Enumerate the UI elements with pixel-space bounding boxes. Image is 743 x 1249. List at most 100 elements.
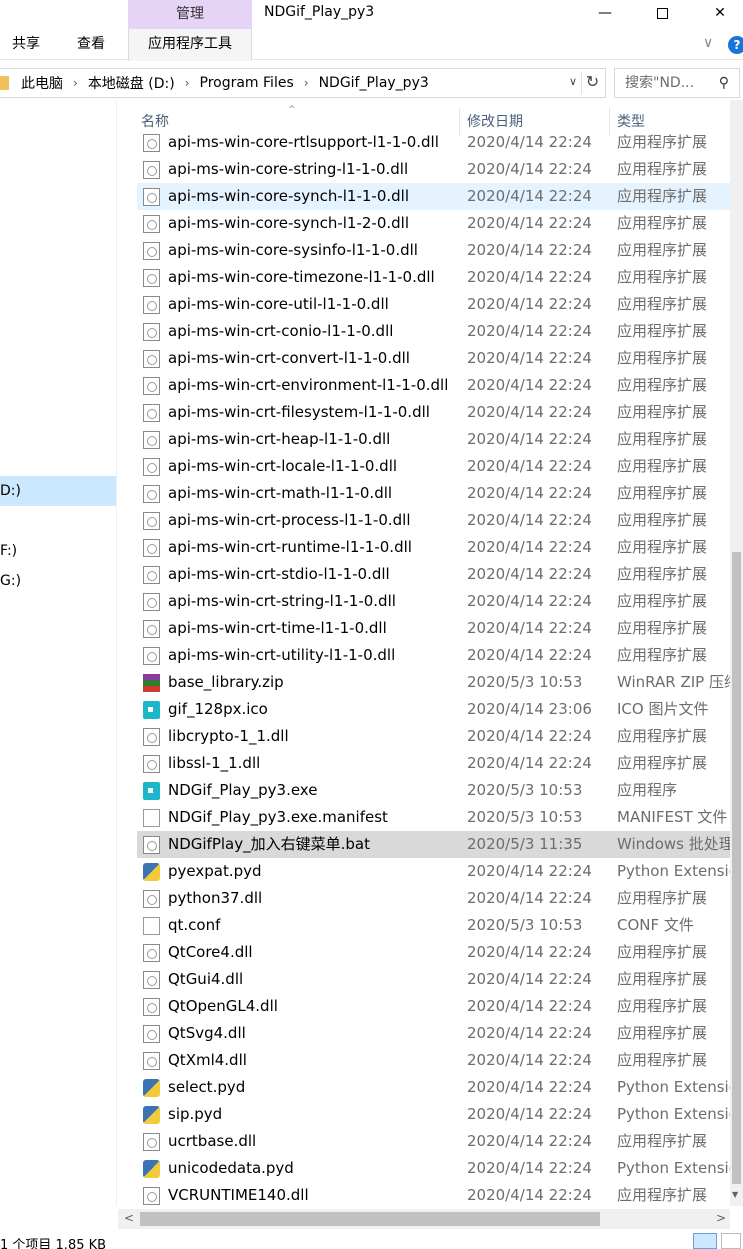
file-row[interactable]: libcrypto-1_1.dll 2020/4/14 22:24 应用程序扩展 (137, 723, 730, 750)
file-date-modified: 2020/4/14 22:24 (467, 376, 592, 394)
breadcrumb-program-files[interactable]: Program Files (200, 75, 294, 91)
file-type: Python Extension (617, 1105, 730, 1123)
file-row[interactable]: api-ms-win-crt-runtime-l1-1-0.dll 2020/4/… (137, 534, 730, 561)
tab-application-tools[interactable]: 应用程序工具 (128, 29, 252, 61)
scroll-left-icon[interactable]: < (124, 1211, 134, 1225)
file-name: qt.conf (168, 916, 221, 934)
file-date-modified: 2020/4/14 22:24 (467, 133, 592, 151)
file-row[interactable]: QtSvg4.dll 2020/4/14 22:24 应用程序扩展 (137, 1020, 730, 1047)
file-row[interactable]: api-ms-win-crt-string-l1-1-0.dll 2020/4/1… (137, 588, 730, 615)
refresh-icon[interactable]: ↻ (581, 72, 603, 94)
file-date-modified: 2020/4/14 22:24 (467, 349, 592, 367)
maximize-button[interactable] (637, 0, 687, 26)
file-type: 应用程序扩展 (617, 646, 708, 664)
navigation-pane: D:) F:) G:) (0, 100, 116, 1206)
dll-file-icon (143, 998, 160, 1016)
file-name: libcrypto-1_1.dll (168, 727, 289, 745)
search-icon[interactable]: ⚲ (719, 69, 729, 97)
file-row[interactable]: api-ms-win-crt-locale-l1-1-0.dll 2020/4/1… (137, 453, 730, 480)
file-row[interactable]: sip.pyd 2020/4/14 22:24 Python Extension (137, 1101, 730, 1128)
file-row[interactable]: api-ms-win-crt-time-l1-1-0.dll 2020/4/14 … (137, 615, 730, 642)
file-name: QtXml4.dll (168, 1051, 247, 1069)
file-row[interactable]: api-ms-win-crt-conio-l1-1-0.dll 2020/4/14… (137, 318, 730, 345)
file-date-modified: 2020/5/3 10:53 (467, 808, 583, 826)
vertical-scrollbar[interactable]: ▼ (730, 100, 743, 1206)
nav-item-drive-g[interactable]: G:) (0, 566, 116, 596)
breadcrumb-current-folder[interactable]: NDGif_Play_py3 (319, 75, 429, 91)
file-name: api-ms-win-core-rtlsupport-l1-1-0.dll (168, 133, 439, 151)
file-row[interactable]: api-ms-win-crt-convert-l1-1-0.dll 2020/4/… (137, 345, 730, 372)
file-row[interactable]: QtXml4.dll 2020/4/14 22:24 应用程序扩展 (137, 1047, 730, 1074)
file-row[interactable]: pyexpat.pyd 2020/4/14 22:24 Python Extensi… (137, 858, 730, 885)
details-view-icon[interactable] (693, 1233, 717, 1249)
address-history-dropdown-icon[interactable]: ∨ (569, 75, 577, 88)
nav-item-drive-d[interactable]: D:) (0, 476, 116, 506)
file-row[interactable]: qt.conf 2020/5/3 10:53 CONF 文件 (137, 912, 730, 939)
file-row[interactable]: api-ms-win-core-synch-l1-1-0.dll 2020/4/1… (137, 183, 730, 210)
help-icon[interactable]: ? (728, 36, 743, 54)
file-row[interactable]: api-ms-win-core-timezone-l1-1-0.dll 2020/… (137, 264, 730, 291)
nav-item-drive-f[interactable]: F:) (0, 536, 116, 566)
breadcrumb-this-pc[interactable]: 此电脑 (21, 73, 63, 93)
file-date-modified: 2020/4/14 22:24 (467, 619, 592, 637)
scroll-down-icon[interactable]: ▼ (732, 1190, 738, 1199)
file-row[interactable]: NDGif_Play_py3.exe.manifest 2020/5/3 10:5… (137, 804, 730, 831)
file-row[interactable]: api-ms-win-core-util-l1-1-0.dll 2020/4/14… (137, 291, 730, 318)
minimize-button[interactable]: — (580, 0, 630, 26)
dll-file-icon (143, 755, 160, 773)
scroll-right-icon[interactable]: > (716, 1211, 726, 1225)
file-row[interactable]: NDGifPlay_加入右键菜单.bat 2020/5/3 11:35 Window… (137, 831, 730, 858)
vertical-scroll-thumb[interactable] (732, 552, 741, 1184)
tab-view[interactable]: 查看 (77, 29, 105, 60)
context-tab-manage[interactable]: 管理 (128, 0, 252, 29)
search-input[interactable]: 搜索"ND... ⚲ (614, 68, 740, 98)
file-row[interactable]: select.pyd 2020/4/14 22:24 Python Extensio… (137, 1074, 730, 1101)
file-row[interactable]: VCRUNTIME140.dll 2020/4/14 22:24 应用程序扩展 (137, 1182, 730, 1209)
file-row[interactable]: api-ms-win-core-synch-l1-2-0.dll 2020/4/1… (137, 210, 730, 237)
ribbon-expand-icon[interactable]: ∨ (703, 35, 713, 51)
file-name: api-ms-win-core-synch-l1-1-0.dll (168, 187, 410, 205)
file-row[interactable]: QtGui4.dll 2020/4/14 22:24 应用程序扩展 (137, 966, 730, 993)
pane-divider[interactable] (116, 100, 117, 1206)
file-row[interactable]: api-ms-win-crt-filesystem-l1-1-0.dll 2020… (137, 399, 730, 426)
file-row[interactable]: base_library.zip 2020/5/3 10:53 WinRAR ZIP… (137, 669, 730, 696)
file-row[interactable]: api-ms-win-crt-process-l1-1-0.dll 2020/4/… (137, 507, 730, 534)
large-icons-view-icon[interactable] (721, 1233, 741, 1249)
file-row[interactable]: libssl-1_1.dll 2020/4/14 22:24 应用程序扩展 (137, 750, 730, 777)
file-name: api-ms-win-crt-convert-l1-1-0.dll (168, 349, 410, 367)
file-row[interactable]: gif_128px.ico 2020/4/14 23:06 ICO 图片文件 (137, 696, 730, 723)
file-row[interactable]: api-ms-win-crt-environment-l1-1-0.dll 202… (137, 372, 730, 399)
breadcrumb-local-disk[interactable]: 本地磁盘 (D:) (88, 73, 175, 93)
file-row[interactable]: api-ms-win-core-sysinfo-l1-1-0.dll 2020/4… (137, 237, 730, 264)
horizontal-scrollbar[interactable]: < > (118, 1209, 730, 1229)
file-name: python37.dll (168, 889, 263, 907)
file-name: api-ms-win-crt-environment-l1-1-0.dll (168, 376, 449, 394)
file-row[interactable]: api-ms-win-core-string-l1-1-0.dll 2020/4/… (137, 156, 730, 183)
file-date-modified: 2020/4/14 23:06 (467, 700, 592, 718)
file-row[interactable]: ucrtbase.dll 2020/4/14 22:24 应用程序扩展 (137, 1128, 730, 1155)
file-row[interactable]: api-ms-win-crt-heap-l1-1-0.dll 2020/4/14 … (137, 426, 730, 453)
tab-share[interactable]: 共享 (12, 29, 40, 60)
dll-file-icon (143, 836, 160, 854)
file-row[interactable]: api-ms-win-crt-math-l1-1-0.dll 2020/4/14 … (137, 480, 730, 507)
dll-file-icon (143, 593, 160, 611)
file-row[interactable]: api-ms-win-crt-utility-l1-1-0.dll 2020/4/… (137, 642, 730, 669)
file-row[interactable]: unicodedata.pyd 2020/4/14 22:24 Python Ext… (137, 1155, 730, 1182)
file-row[interactable]: QtOpenGL4.dll 2020/4/14 22:24 应用程序扩展 (137, 993, 730, 1020)
file-name: NDGifPlay_加入右键菜单.bat (168, 835, 370, 853)
breadcrumb-separator-icon[interactable]: › (304, 76, 309, 90)
breadcrumb-separator-icon[interactable]: › (73, 76, 78, 90)
file-date-modified: 2020/4/14 22:24 (467, 1105, 592, 1123)
close-button[interactable]: ✕ (695, 0, 743, 26)
breadcrumb-separator-icon[interactable]: › (185, 76, 190, 90)
file-row[interactable]: api-ms-win-crt-stdio-l1-1-0.dll 2020/4/14… (137, 561, 730, 588)
file-row[interactable]: NDGif_Play_py3.exe 2020/5/3 10:53 应用程序 (137, 777, 730, 804)
file-type: 应用程序扩展 (617, 457, 708, 475)
file-row[interactable]: QtCore4.dll 2020/4/14 22:24 应用程序扩展 (137, 939, 730, 966)
file-name: api-ms-win-crt-locale-l1-1-0.dll (168, 457, 398, 475)
file-row[interactable]: api-ms-win-core-rtlsupport-l1-1-0.dll 202… (137, 129, 730, 156)
address-bar[interactable]: 此电脑 › 本地磁盘 (D:) › Program Files › NDGif_… (0, 68, 606, 98)
file-row[interactable]: python37.dll 2020/4/14 22:24 应用程序扩展 (137, 885, 730, 912)
dll-file-icon (143, 431, 160, 449)
horizontal-scroll-thumb[interactable] (140, 1212, 600, 1226)
